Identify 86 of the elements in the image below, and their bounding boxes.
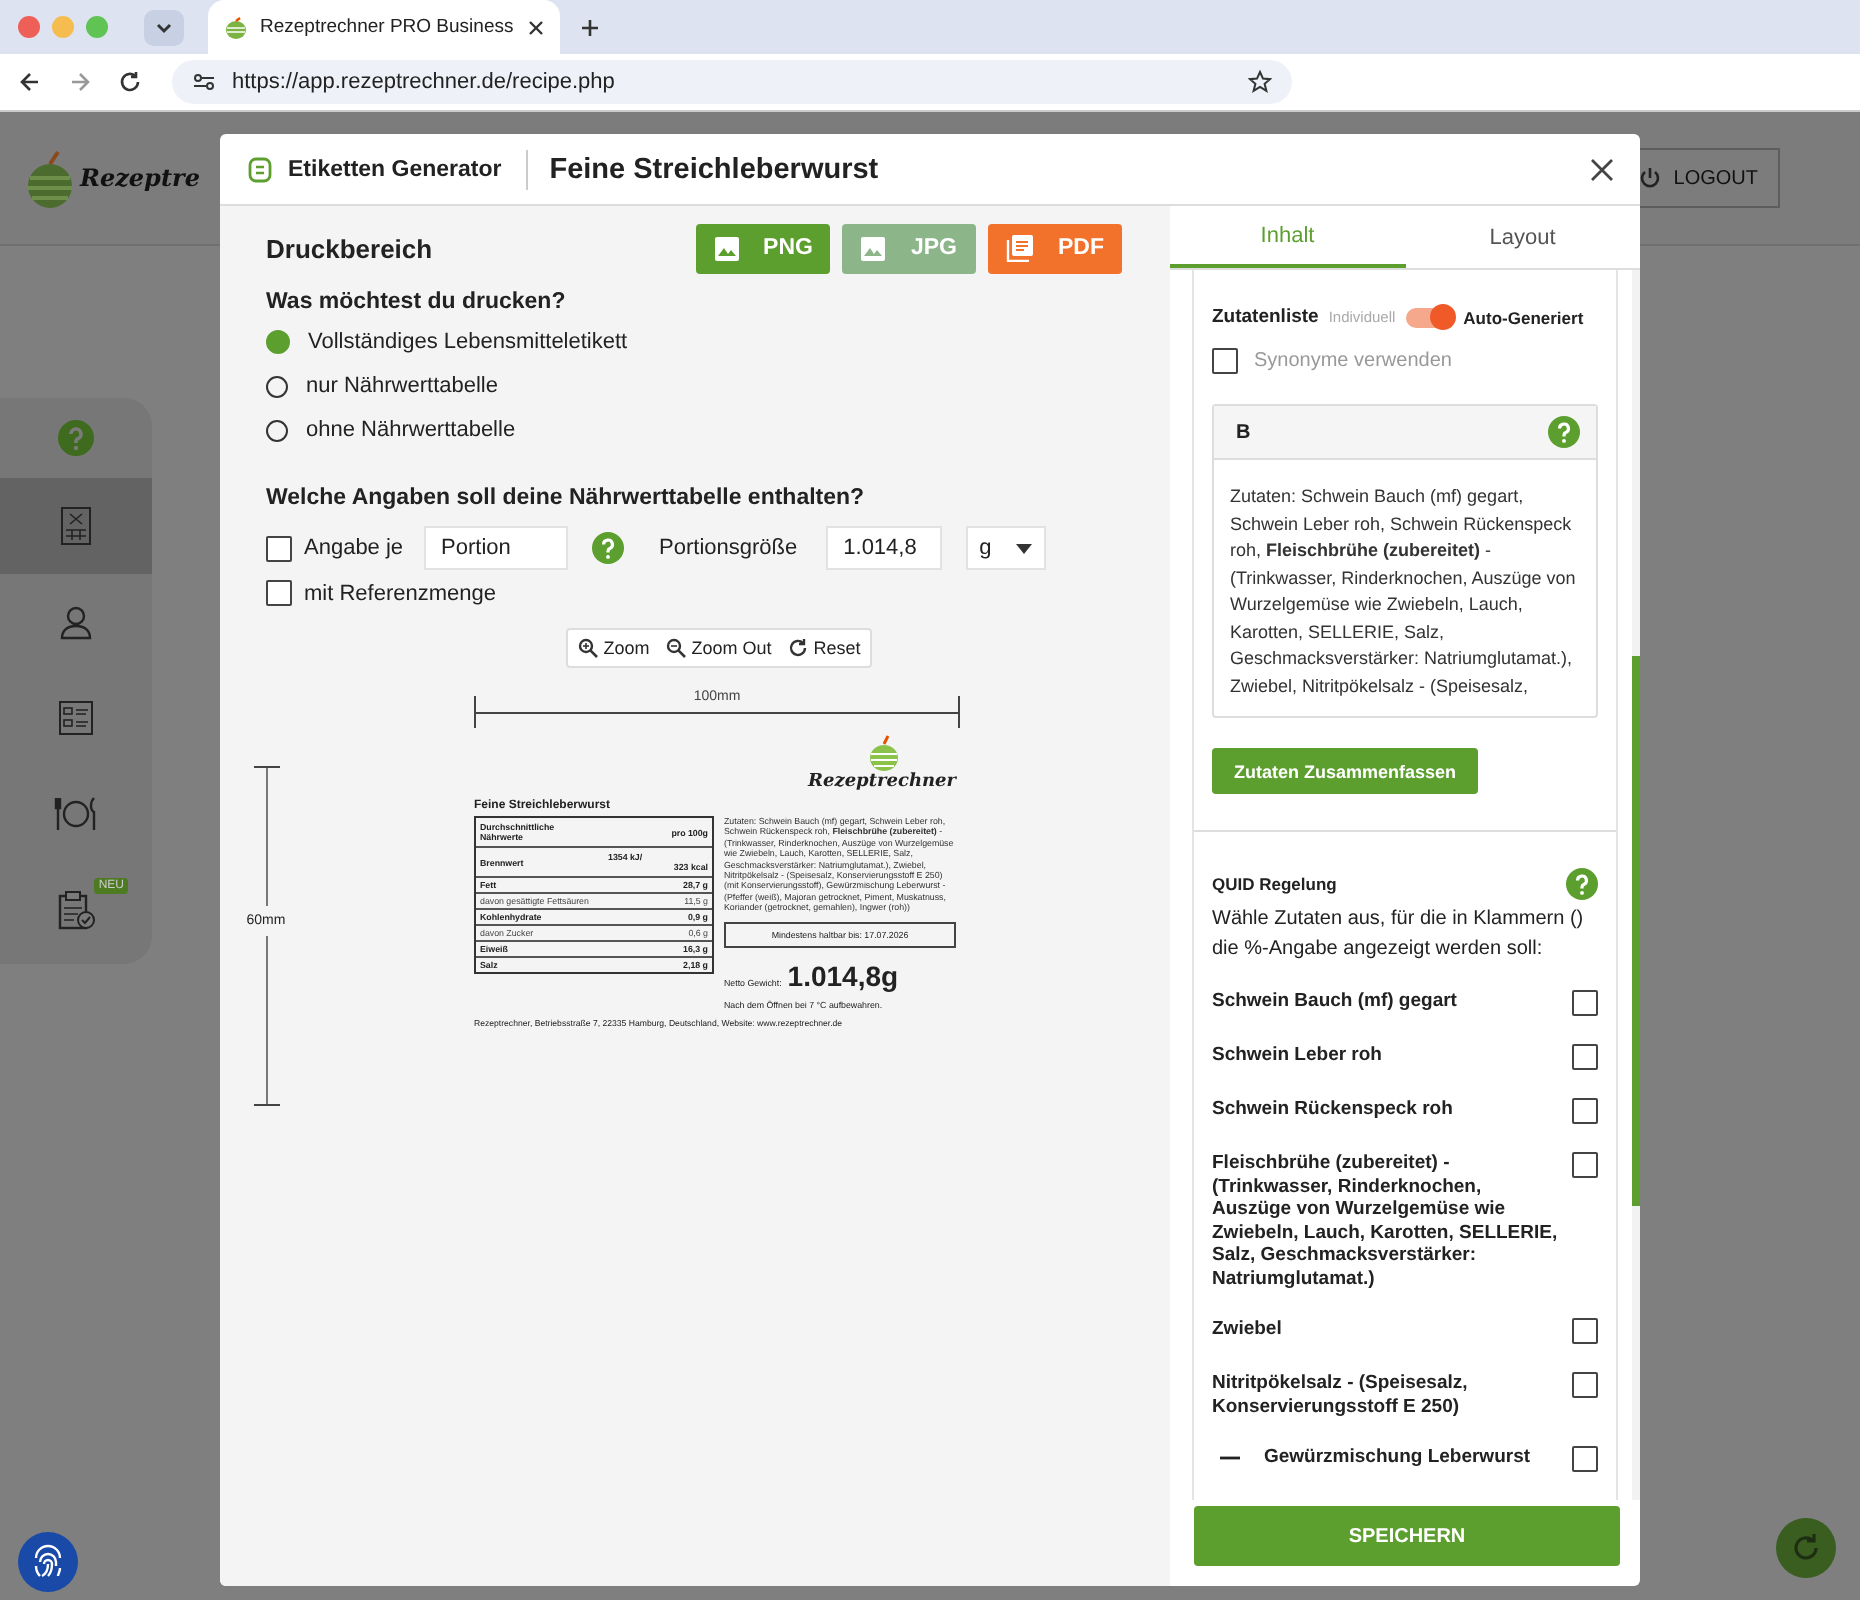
dialog-section-label: Etiketten Generator — [288, 149, 528, 189]
magnifier-icon — [665, 638, 686, 658]
help-icon[interactable] — [1548, 416, 1580, 448]
checkbox[interactable] — [1572, 1044, 1598, 1070]
ingredient-option-label: Schwein Rückenspeck roh — [1212, 1098, 1455, 1121]
checkbox[interactable] — [1572, 1318, 1598, 1344]
ingredients-editor[interactable] — [1212, 404, 1598, 718]
checkbox[interactable] — [1572, 1446, 1598, 1472]
radio-label[interactable]: nur Nährwerttabelle — [306, 374, 498, 398]
fingerprint-icon — [30, 1544, 66, 1580]
quid-description: Wähle Zutaten aus, für die in Klammern () die %-Angabe angezeigt werden soll: — [1212, 906, 1586, 964]
help-icon — [58, 420, 94, 456]
site-settings-icon[interactable] — [192, 70, 216, 94]
radio-button[interactable] — [266, 419, 288, 441]
checkbox[interactable] — [1572, 1098, 1598, 1124]
bold-button[interactable]: B — [1236, 421, 1251, 443]
help-icon[interactable] — [1566, 868, 1598, 900]
checkbox[interactable] — [266, 535, 292, 561]
radio-label[interactable]: Vollständiges Lebensmitteletikett — [308, 330, 628, 354]
reset-icon — [787, 638, 808, 658]
forward-arrow-icon[interactable] — [68, 70, 92, 94]
net-weight-value: 1.014,8g — [787, 959, 899, 992]
portion-size-field[interactable]: 1.014,8 — [825, 526, 942, 570]
back-arrow-icon[interactable] — [18, 70, 42, 94]
dialog-title: Feine Streichleberwurst — [549, 153, 881, 185]
question-text: Welche Angaben soll deine Nährwerttabelle enthalten? — [266, 486, 867, 510]
ingredient-option-label: Schwein Bauch (mf) gegart — [1212, 990, 1459, 1013]
ingredient-option-label: Fleischbrühe (zubereitet) - (Trinkwasser, Rinderknochen, Auszüge von Wurzelgemüse wie Zwiebeln, Lauch, Karotten, SELLERIE, Salz, Geschmacksverstärker: Natriumglutamat.) — [1212, 1152, 1560, 1290]
radio-button[interactable] — [266, 330, 290, 354]
radio-button[interactable] — [266, 375, 288, 397]
power-icon — [1637, 166, 1662, 190]
browser-tab[interactable]: Rezeptrechner PRO Business — [208, 0, 560, 54]
close-icon[interactable] — [528, 19, 544, 35]
close-icon[interactable] — [1590, 157, 1614, 181]
unit-dropdown[interactable]: g — [965, 526, 1046, 570]
apple-logo-icon — [868, 732, 900, 772]
checkbox[interactable] — [1572, 990, 1598, 1016]
portion-size-label: Portionsgröße — [659, 536, 798, 560]
checkbox[interactable] — [266, 580, 292, 606]
ingredient-option-label: Schwein Leber roh — [1212, 1044, 1384, 1067]
refresh-icon — [1790, 1532, 1822, 1564]
tab[interactable]: Layout — [1405, 206, 1640, 268]
bookmark-star-icon[interactable] — [1248, 70, 1272, 94]
ingredient-option-label: Gewürzmischung Leberwurst — [1264, 1446, 1533, 1469]
magnifier-icon — [577, 638, 598, 658]
checkbox-label[interactable]: Angabe je — [304, 536, 404, 560]
checkbox[interactable] — [1572, 1372, 1598, 1398]
zoom-button[interactable]: Zoom — [575, 634, 652, 662]
label-icon — [246, 155, 274, 183]
ingredient-list-label: Zutatenliste — [1212, 306, 1319, 328]
question-text: Was möchtest du drucken? — [266, 290, 568, 314]
image-icon — [713, 235, 740, 261]
refresh-button[interactable] — [1776, 1518, 1836, 1578]
quid-heading: QUID Regelung — [1212, 874, 1337, 894]
toggle-option-label: Auto-Generiert — [1463, 307, 1584, 327]
radio-label[interactable]: ohne Nährwerttabelle — [306, 418, 516, 442]
reload-icon[interactable] — [118, 70, 142, 94]
toggle-switch[interactable] — [1405, 307, 1454, 327]
unit-input-field[interactable]: Portion — [423, 526, 568, 570]
pdf-file-icon — [1006, 234, 1034, 262]
recipe-card-icon — [60, 506, 92, 546]
checkbox-label[interactable]: mit Referenzmenge — [304, 581, 496, 605]
plate-cutlery-icon — [54, 796, 98, 832]
checkbox[interactable] — [1212, 348, 1238, 374]
zoom-button[interactable]: Reset — [785, 634, 863, 662]
checklist-icon — [58, 700, 94, 736]
new-tab-icon[interactable] — [580, 17, 600, 37]
zoom-button[interactable]: Zoom Out — [663, 634, 774, 662]
caret-icon — [1015, 543, 1032, 553]
logo-text: Rezeptre — [80, 164, 200, 192]
scrollbar-thumb[interactable] — [1632, 656, 1640, 1206]
logo-text: Rezeptrechner — [808, 772, 956, 792]
checkbox[interactable] — [1572, 1152, 1598, 1178]
ingredients-text: Zutaten: Schwein Bauch (mf) gegart, Schwein Leber roh, Schwein Rückenspeck roh, Fleischbrühe (zubereitet) - (Trinkwasser, Rinderknochen, Auszüge von Wurzelgemüse wie Zwiebeln, Lauch, Karotten, SELLERIE, Salz, Geschmacksverstärker: Natriumglutamat.), Zwiebel, Nitritpökelsalz - (Speisesalz, — [1230, 484, 1578, 700]
tab-list-button[interactable] — [144, 9, 184, 45]
help-icon[interactable] — [591, 532, 624, 564]
clipboard-check-icon — [56, 890, 96, 930]
close-window-control[interactable] — [18, 16, 40, 38]
apple-logo-icon — [224, 15, 248, 39]
address-field[interactable]: https://app.rezeptrechner.de/recipe.php — [172, 60, 1292, 104]
user-icon — [58, 604, 94, 640]
ingredient-option-label: Zwiebel — [1212, 1318, 1284, 1341]
section-heading: Druckbereich — [266, 233, 433, 263]
fingerprint-button[interactable] — [18, 1532, 78, 1592]
ingredient-option-label: Nitritpökelsalz - (Speisesalz, Konservierungsstoff E 250) — [1212, 1372, 1470, 1418]
image-icon — [860, 235, 887, 261]
